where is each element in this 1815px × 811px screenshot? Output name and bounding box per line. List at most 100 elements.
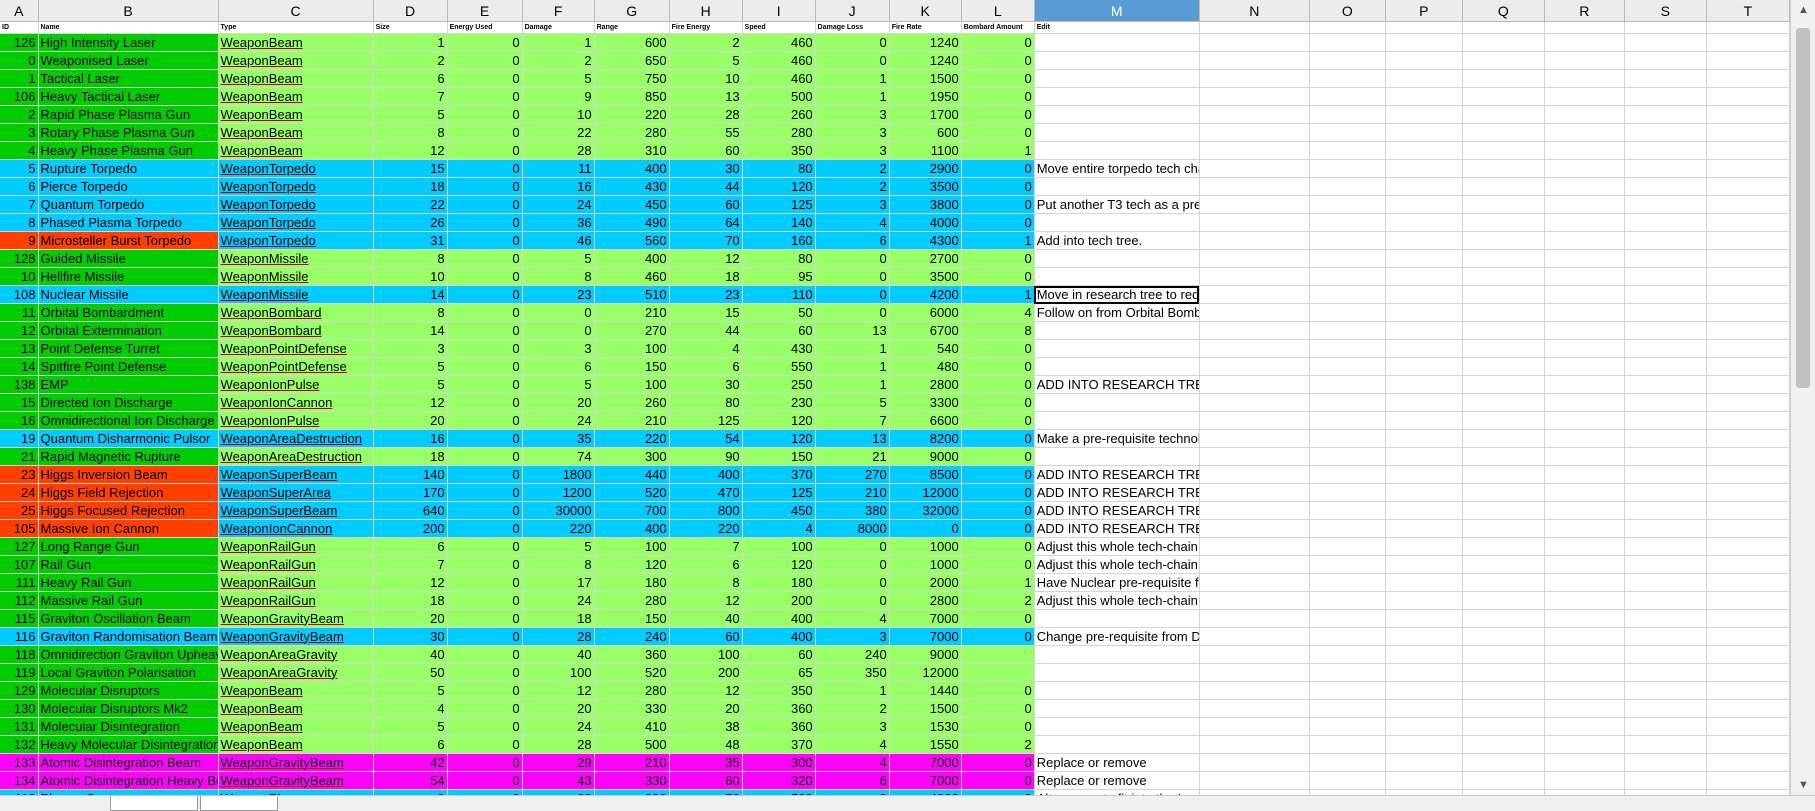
cell-fire-rate[interactable]: 12000 [889,483,962,502]
empty-cell[interactable] [1199,51,1310,70]
cell-type[interactable]: WeaponAreaGravity [218,663,374,682]
cell-bombard[interactable]: 2 [961,735,1035,754]
cell-speed[interactable]: 500 [742,87,816,106]
column-header-K[interactable]: K [889,0,962,22]
cell-id[interactable]: 133 [0,753,39,772]
cell-fire-rate[interactable]: 3500 [889,267,962,286]
cell-damage-loss[interactable]: 0 [815,573,890,592]
cell-name[interactable]: Hellfire Missile [38,267,219,286]
cell-damage[interactable]: 30000 [522,501,595,520]
cell-damage-loss[interactable]: 210 [815,483,890,502]
cell-speed[interactable]: 120 [742,177,816,196]
cell-type[interactable]: WeaponPointDefense [218,357,374,376]
empty-cell[interactable] [1544,447,1625,466]
empty-cell[interactable] [1624,357,1707,376]
empty-cell[interactable] [1309,663,1386,682]
empty-cell[interactable] [1309,645,1386,664]
empty-cell[interactable] [1544,591,1625,610]
cell-damage[interactable]: 5 [522,537,595,556]
empty-cell[interactable] [1706,195,1790,214]
empty-cell[interactable] [1199,321,1310,340]
empty-cell[interactable] [1199,537,1310,556]
empty-cell[interactable] [1706,681,1790,700]
empty-cell[interactable] [1462,699,1545,718]
cell-type[interactable]: WeaponRailGun [218,537,374,556]
empty-cell[interactable] [1544,465,1625,484]
cell-type[interactable]: WeaponGravityBeam [218,609,374,628]
cell-note[interactable] [1034,717,1200,736]
empty-cell[interactable] [1544,771,1625,790]
cell-speed[interactable]: 460 [742,33,816,52]
cell-bombard[interactable]: 0 [961,105,1035,124]
cell-size[interactable]: 5 [373,717,448,736]
header-speed[interactable]: Speed [742,21,816,34]
cell-bombard[interactable] [961,663,1035,682]
empty-cell[interactable] [1462,375,1545,394]
empty-cell[interactable] [1385,321,1463,340]
cell-damage-loss[interactable]: 13 [815,321,890,340]
cell-size[interactable]: 7 [373,555,448,574]
cell-fire-energy[interactable]: 10 [669,69,743,88]
cell-damage-loss[interactable]: 3 [815,717,890,736]
empty-cell[interactable] [1199,573,1310,592]
cell-id[interactable]: 106 [0,87,39,106]
cell-name[interactable]: Nuclear Missile [38,285,219,304]
cell-energy[interactable]: 0 [447,609,523,628]
cell-id[interactable]: 129 [0,681,39,700]
cell-range[interactable]: 120 [594,555,670,574]
empty-cell[interactable] [1385,645,1463,664]
cell-fire-rate[interactable]: 1440 [889,681,962,700]
cell-size[interactable]: 20 [373,411,448,430]
empty-cell[interactable] [1385,447,1463,466]
cell-id[interactable]: 12 [0,321,39,340]
empty-cell[interactable] [1706,699,1790,718]
empty-cell[interactable] [1544,393,1625,412]
cell-size[interactable]: 8 [373,249,448,268]
cell-range[interactable]: 750 [594,69,670,88]
empty-cell[interactable] [1706,753,1790,772]
empty-cell[interactable] [1706,105,1790,124]
cell-speed[interactable]: 200 [742,591,816,610]
empty-cell[interactable] [1199,519,1310,538]
cell-fire-rate[interactable]: 1000 [889,555,962,574]
cell-bombard[interactable]: 0 [961,501,1035,520]
cell-bombard[interactable]: 0 [961,681,1035,700]
empty-cell[interactable] [1199,105,1310,124]
empty-cell[interactable] [1706,213,1790,232]
empty-cell[interactable] [1544,231,1625,250]
cell-note[interactable]: Replace or remove [1034,753,1200,772]
cell-fire-energy[interactable]: 35 [669,753,743,772]
cell-fire-energy[interactable]: 7 [669,537,743,556]
empty-cell[interactable] [1385,87,1463,106]
cell-speed[interactable]: 120 [742,555,816,574]
cell-energy[interactable]: 0 [447,33,523,52]
cell-bombard[interactable]: 0 [961,267,1035,286]
cell-fire-rate[interactable]: 2800 [889,375,962,394]
cell-fire-rate[interactable]: 1950 [889,87,962,106]
cell-range[interactable]: 360 [594,645,670,664]
cell-fire-energy[interactable]: 5 [669,51,743,70]
cell-fire-energy[interactable]: 18 [669,267,743,286]
cell-range[interactable]: 100 [594,537,670,556]
cell-damage[interactable]: 20 [522,393,595,412]
empty-cell[interactable] [1309,609,1386,628]
cell-size[interactable]: 200 [373,519,448,538]
empty-cell[interactable] [1624,771,1707,790]
cell-size[interactable]: 6 [373,537,448,556]
empty-cell[interactable] [1706,663,1790,682]
cell-range[interactable]: 400 [594,159,670,178]
empty-cell[interactable] [1199,159,1310,178]
empty-cell[interactable] [1544,609,1625,628]
cell-type[interactable]: WeaponBeam [218,123,374,142]
cell-damage-loss[interactable]: 1 [815,87,890,106]
cell-size[interactable]: 12 [373,393,448,412]
cell-range[interactable]: 450 [594,195,670,214]
cell-damage[interactable]: 5 [522,375,595,394]
cell-type[interactable]: WeaponSuperBeam [218,465,374,484]
cell-range[interactable]: 100 [594,339,670,358]
empty-cell[interactable] [1624,591,1707,610]
cell-range[interactable]: 210 [594,753,670,772]
cell-fire-rate[interactable]: 1500 [889,699,962,718]
cell-note[interactable]: Follow on from Orbital Bombardment and m… [1034,303,1200,322]
cell-note[interactable]: Make a pre-requisite technology for this… [1034,429,1200,448]
